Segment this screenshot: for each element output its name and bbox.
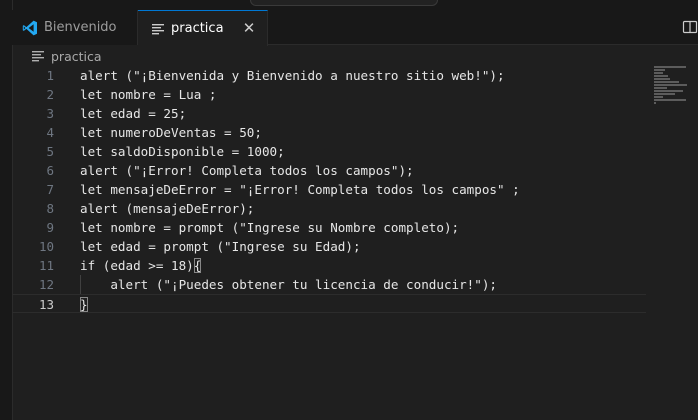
line-number: 8	[46, 201, 54, 216]
code-line[interactable]: 12 alert ("¡Puedes obtener tu licencia d…	[12, 275, 646, 294]
line-number: 1	[46, 68, 54, 83]
tab-label: practica	[171, 21, 224, 36]
code-text: alert ("¡Puedes obtener tu licencia de c…	[80, 277, 498, 292]
line-number: 4	[46, 125, 54, 140]
line-number: 9	[46, 220, 54, 235]
vertical-scrollbar[interactable]	[688, 66, 698, 420]
code-line[interactable]: 4 let numeroDeVentas = 50;	[12, 123, 646, 142]
code-text: let edad = 25;	[80, 106, 187, 121]
code-line[interactable]: 3 let edad = 25;	[12, 104, 646, 123]
matching-brace: }	[80, 297, 88, 312]
file-lines-icon	[152, 23, 164, 34]
vscode-logo-icon	[22, 20, 37, 35]
line-number: 3	[46, 106, 54, 121]
code-text: let nombre = Lua ;	[80, 87, 217, 102]
code-line[interactable]: 5 let saldoDisponible = 1000;	[12, 142, 646, 161]
code-line[interactable]: 8 alert (mensajeDeError);	[12, 199, 646, 218]
code-text: let numeroDeVentas = 50;	[80, 125, 262, 140]
minimap-line	[654, 69, 665, 71]
minimap-line	[654, 75, 668, 77]
code-line[interactable]: 9 let nombre = prompt ("Ingrese su Nombr…	[12, 218, 646, 237]
current-code-line[interactable]: 13 }	[12, 294, 646, 313]
minimap-line	[654, 99, 686, 101]
minimap-line	[654, 93, 675, 95]
line-number: 10	[38, 239, 54, 254]
code-line[interactable]: 2 let nombre = Lua ;	[12, 85, 646, 104]
code-text: if (edad >= 18){	[80, 256, 202, 275]
code-line[interactable]: 1 alert ("¡Bienvenida y Bienvenido a nue…	[12, 66, 646, 85]
breadcrumb-file: practica	[51, 48, 102, 64]
code-text: alert ("¡Bienvenida y Bienvenido a nuest…	[80, 68, 505, 83]
code-text: }	[80, 295, 88, 314]
line-number: 13	[38, 297, 54, 312]
code-text: let nombre = prompt ("Ingrese su Nombre …	[80, 220, 460, 235]
code-line[interactable]: 7 let mensajeDeError = "¡Error! Completa…	[12, 180, 646, 199]
line-number: 11	[38, 258, 54, 273]
vscode-window: Bienvenido practica ✕ practica 1 alert (…	[0, 0, 698, 420]
code-editor[interactable]: 1 alert ("¡Bienvenida y Bienvenido a nue…	[12, 66, 698, 420]
command-center[interactable]	[250, 0, 438, 6]
minimap[interactable]	[654, 66, 688, 106]
minimap-line	[654, 90, 683, 92]
code-line[interactable]: 6 alert ("¡Error! Completa todos los cam…	[12, 161, 646, 180]
line-number: 12	[38, 277, 54, 292]
tab-practica[interactable]: practica ✕	[138, 10, 268, 46]
minimap-line	[654, 87, 667, 89]
minimap-line	[654, 72, 663, 74]
split-editor-icon[interactable]	[682, 19, 698, 35]
code-text: alert ("¡Error! Completa todos los campo…	[80, 163, 414, 178]
line-number: 5	[46, 144, 54, 159]
minimap-line	[654, 81, 679, 83]
code-line[interactable]: 11 if (edad >= 18){	[12, 256, 646, 275]
minimap-line	[654, 66, 686, 68]
breadcrumb[interactable]: practica	[32, 47, 102, 65]
code-text: let saldoDisponible = 1000;	[80, 144, 285, 159]
tab-label: Bienvenido	[44, 20, 117, 35]
matching-brace: {	[193, 258, 202, 273]
minimap-line	[654, 102, 656, 104]
tab-bienvenido[interactable]: Bienvenido	[12, 10, 138, 45]
line-number: 2	[46, 87, 54, 102]
title-bar	[0, 0, 698, 10]
code-line[interactable]: 10 let edad = prompt ("Ingrese su Edad);	[12, 237, 646, 256]
code-text: let edad = prompt ("Ingrese su Edad);	[80, 239, 361, 254]
code-text: let mensajeDeError = "¡Error! Completa t…	[80, 182, 520, 197]
minimap-line	[654, 96, 663, 98]
line-number: 6	[46, 163, 54, 178]
code-text: alert (mensajeDeError);	[80, 201, 255, 216]
file-lines-icon	[32, 51, 44, 62]
minimap-line	[654, 84, 687, 86]
line-number: 7	[46, 182, 54, 197]
close-icon[interactable]: ✕	[241, 20, 257, 36]
code-segment: if (edad >= 18)	[80, 258, 194, 273]
minimap-line	[654, 78, 670, 80]
editor-tab-bar: Bienvenido practica ✕	[12, 10, 698, 46]
